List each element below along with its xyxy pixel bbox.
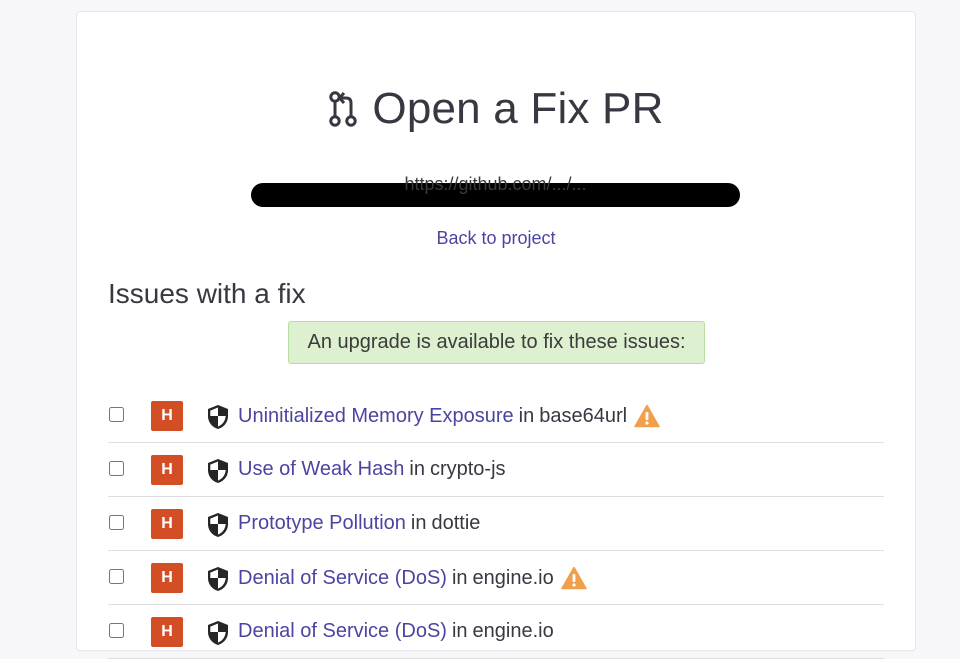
severity-badge: H (151, 563, 183, 593)
severity-badge: H (151, 509, 183, 539)
redacted-repo-url: https://github.com/.../... (251, 174, 740, 207)
severity-badge: H (151, 617, 183, 647)
page-title: Open a Fix PR (372, 84, 664, 133)
package-name: base64url (539, 404, 628, 427)
shield-icon (208, 405, 228, 429)
issue-row: H Denial of Service (DoS) in engine.io (108, 605, 884, 659)
shield-icon (208, 459, 228, 483)
issue-checkbox[interactable] (109, 569, 124, 584)
issue-checkbox[interactable] (109, 407, 124, 422)
issue-description: Denial of Service (DoS) in engine.io (238, 566, 587, 590)
issue-description: Prototype Pollution in dottie (238, 512, 480, 535)
issue-row: H Use of Weak Hash in crypto-js (108, 443, 884, 497)
issue-description: Denial of Service (DoS) in engine.io (238, 620, 554, 643)
back-to-project-link[interactable]: Back to project (77, 228, 915, 249)
pull-request-icon (329, 91, 358, 127)
in-label: in (451, 566, 468, 589)
warning-icon[interactable] (560, 566, 587, 590)
issue-checkbox[interactable] (109, 461, 124, 476)
issue-list: H Uninitialized Memory Exposure in base6… (108, 389, 884, 659)
package-name: dottie (431, 512, 481, 534)
upgrade-notice: An upgrade is available to fix these iss… (288, 321, 705, 364)
issue-title-link[interactable]: Uninitialized Memory Exposure (238, 405, 514, 428)
issue-checkbox[interactable] (109, 623, 124, 638)
package-name: engine.io (472, 620, 554, 642)
issue-description: Uninitialized Memory Exposure in base64u… (238, 404, 660, 428)
issues-section-heading: Issues with a fix (108, 278, 306, 309)
shield-icon (208, 621, 228, 645)
issue-row: H Denial of Service (DoS) in engine.io (108, 551, 884, 605)
issue-checkbox[interactable] (109, 515, 124, 530)
severity-badge: H (151, 455, 183, 485)
in-label: in (410, 512, 427, 534)
repo-url-text: https://github.com/.../... (404, 174, 587, 194)
in-label: in (409, 458, 425, 480)
warning-icon[interactable] (634, 404, 660, 428)
shield-icon (208, 513, 228, 537)
page-title-row: Open a Fix PR (77, 84, 915, 134)
package-name: crypto-js (429, 458, 506, 480)
issue-title-link[interactable]: Denial of Service (DoS) (238, 567, 447, 590)
shield-icon (208, 567, 228, 591)
issue-description: Use of Weak Hash in crypto-js (238, 458, 506, 481)
issue-title-link[interactable]: Prototype Pollution (238, 512, 406, 535)
fix-pr-card: Open a Fix PR https://github.com/.../...… (76, 11, 916, 659)
package-name: engine.io (472, 566, 554, 589)
issue-row: H Uninitialized Memory Exposure in base6… (108, 389, 884, 443)
in-label: in (451, 620, 468, 642)
issue-title-link[interactable]: Use of Weak Hash (238, 458, 404, 481)
in-label: in (518, 404, 535, 427)
issue-title-link[interactable]: Denial of Service (DoS) (238, 620, 447, 643)
severity-badge: H (151, 401, 183, 431)
issue-row: H Prototype Pollution in dottie (108, 497, 884, 551)
